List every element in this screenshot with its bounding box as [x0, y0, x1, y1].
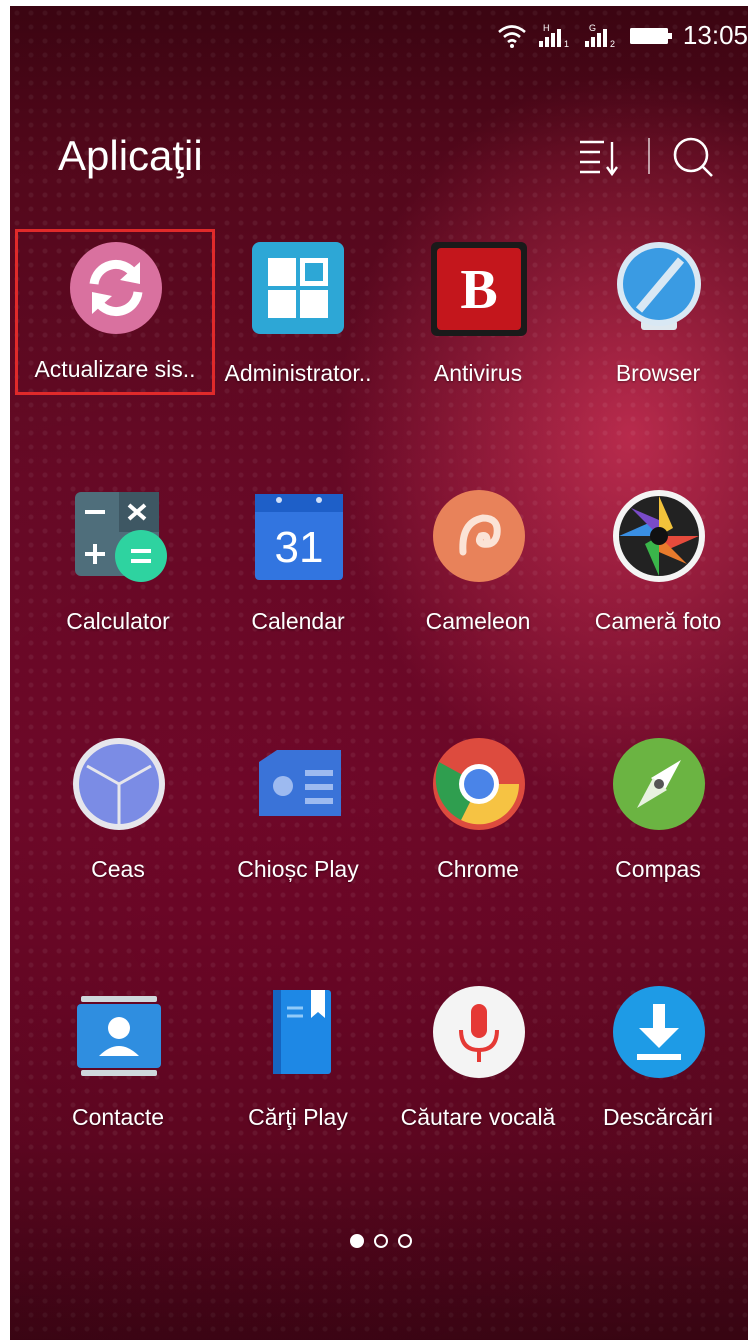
sync-icon — [68, 240, 164, 336]
calendar-day: 31 — [275, 523, 324, 572]
page-dot-1[interactable] — [350, 1234, 364, 1248]
camera-aperture-icon — [611, 488, 707, 584]
app-label: Căutare vocală — [400, 1104, 556, 1130]
app-camera-foto[interactable]: Cameră foto — [563, 480, 748, 650]
books-icon — [251, 984, 347, 1080]
app-actualizare-sistem[interactable]: Actualizare sis.. — [15, 229, 215, 395]
compass-icon — [611, 736, 707, 832]
app-antivirus[interactable]: B Antivirus — [383, 232, 573, 402]
app-label: Browser — [615, 360, 701, 386]
page-dot-3[interactable] — [398, 1234, 412, 1248]
app-label: Antivirus — [433, 360, 523, 386]
search-button[interactable] — [670, 134, 716, 180]
signal-sim2-icon: G 2 — [583, 22, 619, 50]
contacts-icon — [71, 984, 167, 1080]
sim1-slot-label: 1 — [564, 39, 569, 49]
app-drawer-screen: H 1 G 2 13:05 Aplicaţii Actualizare sis.… — [10, 6, 748, 1340]
app-label: Chrome — [437, 856, 519, 882]
status-icons: H 1 G 2 13:05 — [497, 20, 748, 51]
app-label: Cameleon — [425, 608, 531, 634]
signal-sim1-icon: H 1 — [537, 22, 573, 50]
sim2-slot-label: 2 — [610, 39, 615, 49]
globe-icon — [611, 240, 707, 336]
app-label: Administrator.. — [224, 360, 372, 386]
app-calculator[interactable]: Calculator — [23, 480, 213, 650]
app-chrome[interactable]: Chrome — [383, 728, 573, 898]
app-carti-play[interactable]: Cărţi Play — [203, 976, 393, 1146]
sim1-tech-label: H — [543, 23, 550, 33]
windows-grid-icon — [250, 240, 346, 336]
chrome-icon — [431, 736, 527, 832]
svg-text:B: B — [460, 259, 497, 321]
search-icon — [673, 137, 713, 177]
app-label: Cameră foto — [594, 608, 722, 634]
battery-icon — [629, 25, 673, 47]
app-cameleon[interactable]: Cameleon — [383, 480, 573, 650]
download-icon — [611, 984, 707, 1080]
app-grid: Actualizare sis.. Administrator.. B Anti… — [10, 229, 748, 1212]
app-cautare-vocala[interactable]: Căutare vocală — [383, 976, 573, 1146]
app-label: Descărcări — [603, 1104, 713, 1130]
app-label: Calendar — [251, 608, 345, 634]
app-chiosc-play[interactable]: Chioșc Play — [203, 728, 393, 898]
page-dot-2[interactable] — [374, 1234, 388, 1248]
newsstand-icon — [251, 736, 347, 832]
bitdefender-b-icon: B — [431, 240, 527, 336]
chameleon-icon — [431, 488, 527, 584]
app-label: Calculator — [66, 608, 170, 634]
app-label: Ceas — [91, 856, 145, 882]
app-descarcari[interactable]: Descărcări — [563, 976, 748, 1146]
app-label: Chioșc Play — [237, 856, 359, 882]
calculator-icon — [71, 488, 167, 584]
app-compas[interactable]: Compas — [563, 728, 748, 898]
sort-button[interactable] — [576, 136, 624, 178]
status-bar: H 1 G 2 13:05 — [10, 6, 748, 66]
calendar-icon: 31 — [251, 488, 347, 584]
app-ceas[interactable]: Ceas — [23, 728, 213, 898]
sort-icon — [580, 140, 618, 177]
page-indicator — [350, 1234, 412, 1248]
app-administrator[interactable]: Administrator.. — [203, 232, 393, 402]
app-label: Compas — [615, 856, 701, 882]
microphone-icon — [431, 984, 527, 1080]
app-calendar[interactable]: 31 Calendar — [203, 480, 393, 650]
header-divider — [648, 138, 650, 174]
sim2-tech-label: G — [589, 23, 596, 33]
clock-icon — [71, 736, 167, 832]
app-label: Actualizare sis.. — [34, 356, 196, 382]
status-time: 13:05 — [682, 20, 748, 50]
app-contacte[interactable]: Contacte — [23, 976, 213, 1146]
drawer-header: Aplicaţii — [10, 106, 748, 206]
app-label: Contacte — [71, 1104, 165, 1130]
app-browser[interactable]: Browser — [563, 232, 748, 402]
page-title: Aplicaţii — [58, 132, 203, 179]
wifi-icon — [497, 23, 527, 49]
app-label: Cărţi Play — [248, 1104, 348, 1130]
